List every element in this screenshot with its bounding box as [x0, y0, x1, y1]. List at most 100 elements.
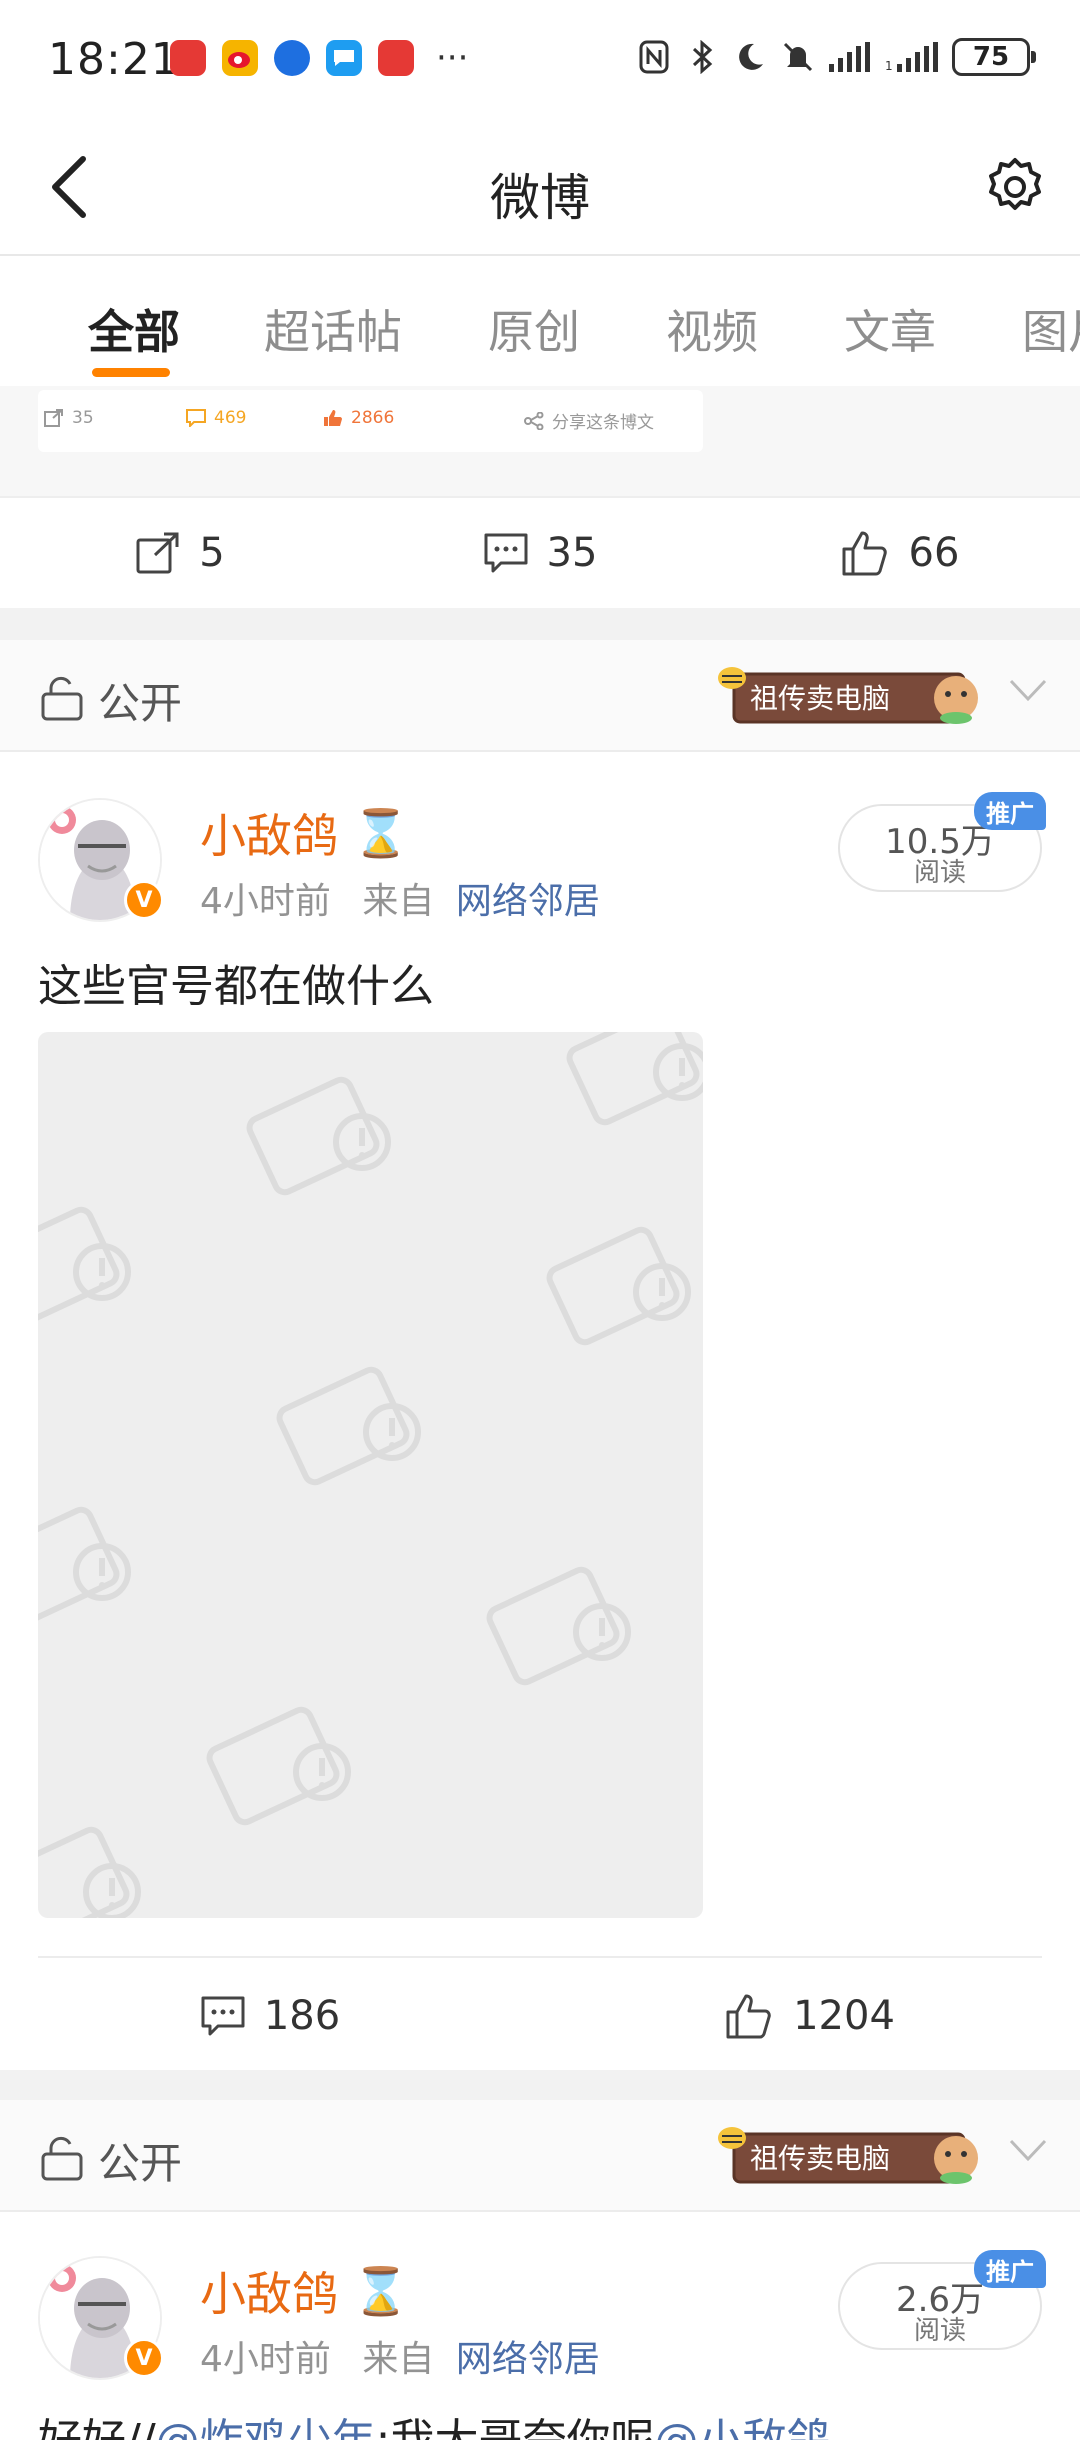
post-meta: 4小时前 来自 网络邻居	[200, 2330, 600, 2382]
comment-button[interactable]: 35	[360, 498, 720, 608]
share-icon	[524, 411, 544, 430]
card-share-label: 分享这条博文	[552, 413, 654, 433]
moon-icon	[732, 38, 768, 76]
source-prefix: 来自	[362, 881, 435, 922]
author-name[interactable]: 小敌鸽	[200, 2258, 338, 2324]
top-navigation-bar: 微博	[0, 120, 1080, 256]
tab-all[interactable]: 全部	[88, 296, 180, 362]
post-author-row[interactable]: 小敌鸽 ⌛	[200, 800, 409, 866]
visibility-label: 公开	[98, 2139, 183, 2188]
like-button[interactable]: 66	[720, 498, 1080, 608]
repost-count: 5	[199, 530, 225, 576]
promote-tag[interactable]: 推广	[974, 792, 1046, 830]
card-comment-stat: 469	[186, 408, 246, 428]
system-icons: 1 75	[636, 38, 1036, 76]
unlock-icon	[41, 676, 83, 721]
shopping-app-icon	[170, 40, 206, 76]
read-label: 阅读	[913, 858, 966, 888]
card-repost-count: 35	[72, 408, 94, 428]
card-share-stat: 分享这条博文	[524, 408, 654, 433]
mute-bell-icon	[780, 38, 816, 76]
like-count: 1204	[793, 1993, 895, 2039]
nfc-icon	[636, 38, 672, 76]
unlock-icon	[41, 2136, 83, 2181]
battery-indicator: 75	[952, 38, 1036, 76]
visibility-row[interactable]: 公开 祖传卖电脑	[0, 2100, 1080, 2212]
chevron-down-icon[interactable]	[1008, 2138, 1048, 2164]
signal-icon	[828, 38, 872, 76]
comment-count: 35	[546, 530, 598, 576]
thumbs-up-icon	[842, 531, 887, 576]
source-prefix: 来自	[362, 2339, 435, 2380]
visibility-row[interactable]: 公开 祖传卖电脑	[0, 640, 1080, 752]
read-count-pill[interactable]: 2.6万 阅读 推广	[838, 2250, 1046, 2350]
card-like-stat: 2866	[323, 408, 394, 428]
tab-super-topic[interactable]: 超话帖	[264, 296, 402, 362]
like-button[interactable]: 1204	[540, 1960, 1080, 2072]
post-author-row[interactable]: 小敌鸽 ⌛	[200, 2258, 409, 2324]
filter-tabs: 全部 超话帖 原创 视频 文章 图片	[0, 256, 1080, 386]
chevron-down-icon[interactable]	[1008, 678, 1048, 704]
card-comment-count: 469	[214, 408, 247, 428]
svg-text:祖传卖电脑: 祖传卖电脑	[750, 2142, 890, 2175]
mention-link[interactable]: @炸鸡少年	[156, 2415, 376, 2440]
post-source[interactable]: 网络邻居	[456, 2339, 600, 2380]
gear-icon	[989, 158, 1041, 210]
embedded-stats-card: 35 469 2866 分享这条博文	[38, 390, 703, 452]
notification-icons: ···	[170, 40, 468, 76]
status-time: 18:21	[48, 34, 180, 85]
tab-video[interactable]: 视频	[666, 296, 758, 362]
active-tab-indicator	[92, 368, 170, 377]
tab-picture[interactable]: 图片	[1022, 296, 1080, 362]
mention-link[interactable]: @小敌鸽	[654, 2415, 830, 2440]
bluetooth-icon	[684, 38, 720, 76]
verified-badge-icon: V	[124, 880, 164, 920]
comment-button[interactable]: 186	[0, 1960, 540, 2072]
post-text: 这些官号都在做什么	[38, 961, 434, 1012]
tab-original[interactable]: 原创	[488, 296, 580, 362]
previous-post-actions: 5 35 66	[0, 496, 1080, 608]
comment-icon	[186, 409, 206, 427]
more-notifications-icon: ···	[436, 38, 469, 78]
post-separator	[0, 608, 1080, 640]
read-label: 阅读	[913, 2316, 966, 2346]
hourglass-icon: ⌛	[352, 2263, 410, 2318]
svg-text:祖传卖电脑: 祖传卖电脑	[750, 682, 890, 715]
page-title: 微博	[490, 169, 590, 227]
thumbs-up-icon	[726, 1994, 771, 2039]
message-app-icon	[326, 40, 362, 76]
visibility-label: 公开	[98, 679, 183, 728]
comment-icon	[484, 533, 528, 573]
post-text-middle: :我大哥夸你呢	[376, 2415, 655, 2440]
like-icon	[324, 410, 342, 426]
settings-button[interactable]	[980, 152, 1050, 222]
like-count: 66	[908, 530, 960, 576]
post-image-placeholder[interactable]	[38, 1032, 703, 1918]
author-name[interactable]: 小敌鸽	[200, 800, 338, 866]
post-actions: 186 1204	[0, 1960, 1080, 2072]
comment-count: 186	[263, 1993, 341, 2039]
card-repost-stat: 35	[44, 408, 94, 428]
card-like-count: 2866	[351, 408, 395, 428]
repost-icon	[136, 532, 179, 574]
comment-icon	[201, 1996, 245, 2036]
promote-tag[interactable]: 推广	[974, 2250, 1046, 2288]
signal-2-icon: 1	[884, 38, 940, 76]
post-meta: 4小时前 来自 网络邻居	[200, 872, 600, 924]
tab-article[interactable]: 文章	[844, 296, 936, 362]
ad-badge-logo: 祖传卖电脑	[718, 2127, 978, 2184]
repost-button[interactable]: 5	[0, 498, 360, 608]
weibo-app-icon	[222, 40, 258, 76]
post-time: 4小时前	[200, 2339, 331, 2380]
blue-app-icon	[274, 40, 310, 76]
post-separator	[0, 2070, 1080, 2100]
repost-icon	[44, 409, 63, 427]
post-source[interactable]: 网络邻居	[456, 881, 600, 922]
verified-badge-icon: V	[124, 2338, 164, 2378]
action-divider	[38, 1956, 1042, 1958]
image-loading-pattern	[38, 1032, 703, 1918]
svg-text:1: 1	[885, 59, 893, 72]
read-count-pill[interactable]: 10.5万 阅读 推广	[838, 792, 1046, 892]
news-app-icon	[378, 40, 414, 76]
post-text-prefix: 好好//	[38, 2415, 156, 2440]
